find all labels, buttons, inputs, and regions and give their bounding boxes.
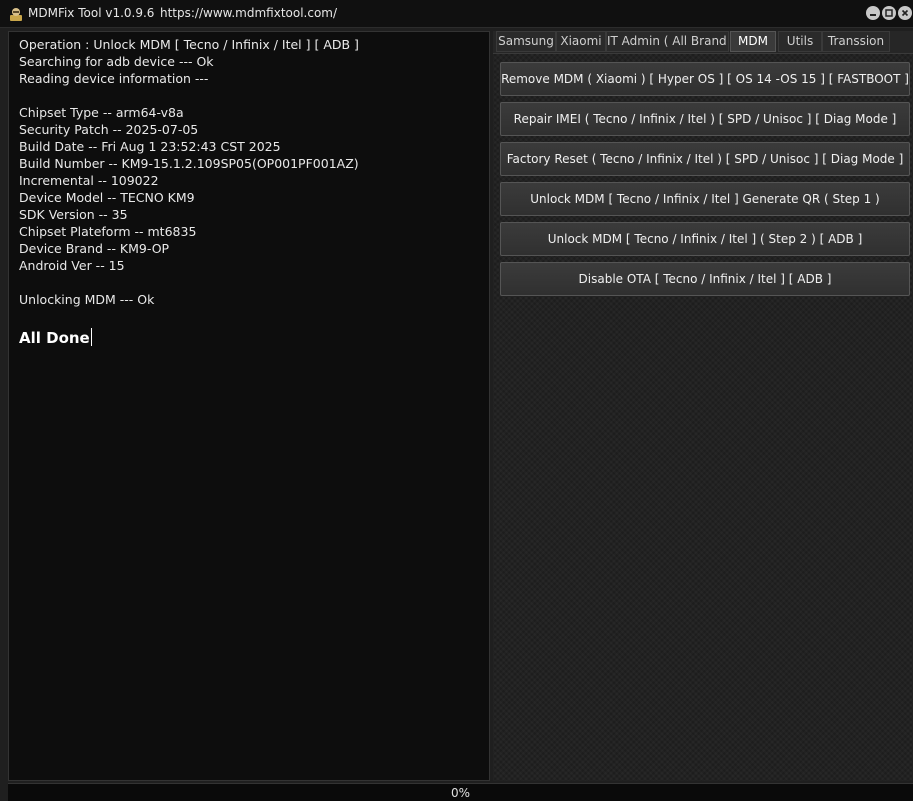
log-line: SDK Version -- 35 (19, 207, 128, 222)
tab-it-admin[interactable]: IT Admin ( All Brand ) (606, 31, 735, 52)
mdm-tab-content: Remove MDM ( Xiaomi ) [ Hyper OS ] [ OS … (493, 53, 913, 781)
text-caret (90, 328, 92, 346)
log-line: Build Date -- Fri Aug 1 23:52:43 CST 202… (19, 139, 281, 154)
log-line: Build Number -- KM9-15.1.2.109SP05(OP001… (19, 156, 359, 171)
disable-ota-button[interactable]: Disable OTA [ Tecno / Infinix / Itel ] [… (500, 262, 910, 296)
minimize-icon[interactable] (866, 6, 880, 20)
title-bar: MDMFix Tool v1.0.9.6 https://www.mdmfixt… (0, 0, 913, 28)
log-line: Searching for adb device --- Ok (19, 54, 214, 69)
log-done-text: All Done (19, 329, 90, 347)
log-output-panel[interactable]: Operation : Unlock MDM [ Tecno / Infinix… (8, 31, 490, 781)
log-line: Chipset Plateform -- mt6835 (19, 224, 197, 239)
window-url: https://www.mdmfixtool.com/ (160, 6, 338, 20)
log-done-message: All Done (19, 328, 92, 347)
window-title: MDMFix Tool v1.0.9.6 (28, 6, 155, 20)
log-line: Operation : Unlock MDM [ Tecno / Infinix… (19, 37, 359, 52)
tab-samsung[interactable]: Samsung (496, 31, 556, 52)
app-logo-icon (8, 6, 24, 22)
app-window: MDMFix Tool v1.0.9.6 https://www.mdmfixt… (0, 0, 913, 801)
log-line: Security Patch -- 2025-07-05 (19, 122, 199, 137)
tab-utils[interactable]: Utils (778, 31, 822, 52)
log-line: Android Ver -- 15 (19, 258, 125, 273)
log-line: Chipset Type -- arm64-v8a (19, 105, 184, 120)
tab-bar: Samsung Xiaomi IT Admin ( All Brand ) MD… (493, 31, 913, 53)
progress-label: 0% (450, 786, 471, 800)
progress-bar: 0% (8, 783, 913, 801)
log-line: Unlocking MDM --- Ok (19, 292, 155, 307)
generate-qr-button[interactable]: Unlock MDM [ Tecno / Infinix / Itel ] Ge… (500, 182, 910, 216)
log-line: Device Brand -- KM9-OP (19, 241, 170, 256)
factory-reset-button[interactable]: Factory Reset ( Tecno / Infinix / Itel )… (500, 142, 910, 176)
remove-mdm-xiaomi-button[interactable]: Remove MDM ( Xiaomi ) [ Hyper OS ] [ OS … (500, 62, 910, 96)
tab-transsion[interactable]: Transsion (822, 31, 890, 52)
close-icon[interactable] (898, 6, 912, 20)
maximize-icon[interactable] (882, 6, 896, 20)
tab-xiaomi[interactable]: Xiaomi (556, 31, 606, 52)
log-line: Device Model -- TECNO KM9 (19, 190, 195, 205)
tab-mdm[interactable]: MDM (730, 31, 776, 52)
repair-imei-button[interactable]: Repair IMEI ( Tecno / Infinix / Itel ) [… (500, 102, 910, 136)
log-line: Reading device information --- (19, 71, 209, 86)
unlock-mdm-step2-button[interactable]: Unlock MDM [ Tecno / Infinix / Itel ] ( … (500, 222, 910, 256)
log-line: Incremental -- 109022 (19, 173, 159, 188)
function-panel: Samsung Xiaomi IT Admin ( All Brand ) MD… (493, 31, 913, 781)
